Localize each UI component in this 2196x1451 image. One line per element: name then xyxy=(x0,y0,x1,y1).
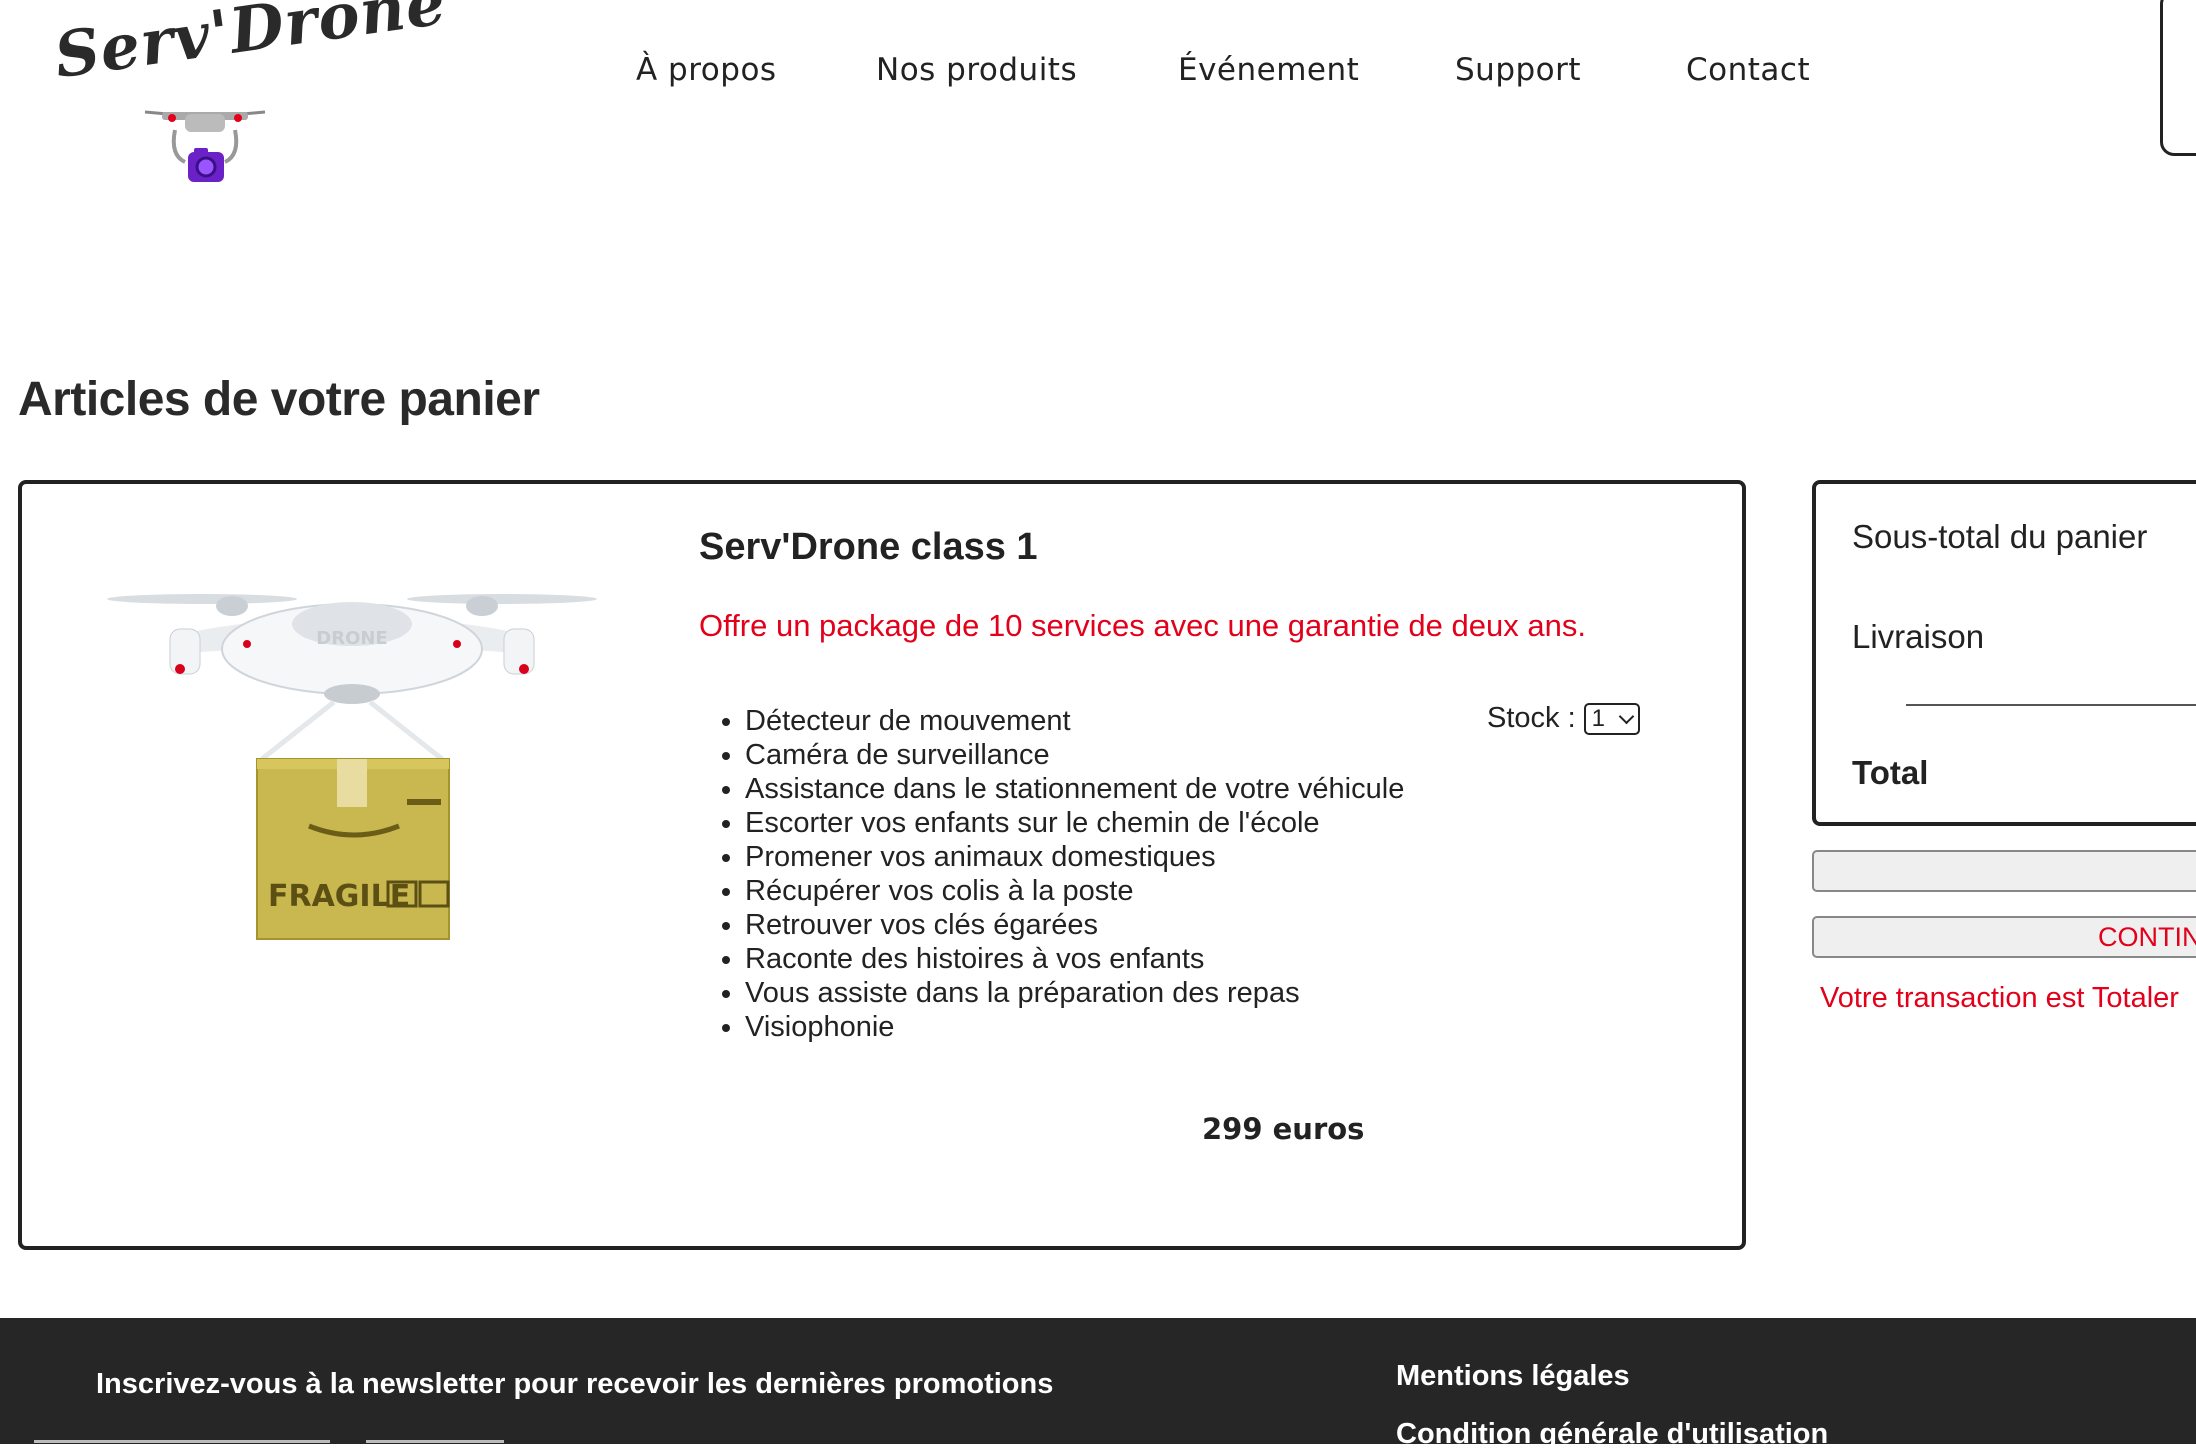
logo[interactable]: Serv'Drone xyxy=(40,0,451,195)
list-item: Retrouver vos clés égarées xyxy=(745,908,1404,942)
quantity-value: 1 xyxy=(1591,704,1606,732)
total-label: Total xyxy=(1852,754,1929,791)
footer: Inscrivez-vous à la newsletter pour rece… xyxy=(0,1318,2196,1450)
logo-text: Serv'Drone xyxy=(50,0,451,93)
cart-item-card: DRONE FRAGILE Serv'Drone class 1 Offre u… xyxy=(18,480,1746,1250)
chevron-down-icon xyxy=(1618,708,1634,724)
cart-summary: Sous-total du panier Livraison Total xyxy=(1812,480,2196,826)
nav-item-a-propos[interactable]: À propos xyxy=(636,52,777,88)
newsletter-email-input[interactable] xyxy=(34,1440,330,1443)
list-item: Escorter vos enfants sur le chemin de l'… xyxy=(745,806,1404,840)
newsletter-submit-button[interactable] xyxy=(366,1440,504,1443)
stock-label: Stock : xyxy=(1487,702,1576,734)
logo-drone-icon xyxy=(144,110,266,182)
list-item: Visiophonie xyxy=(745,1010,1404,1044)
footer-link-cgu[interactable]: Condition générale d'utilisation xyxy=(1396,1418,1828,1451)
page-title: Articles de votre panier xyxy=(18,373,540,426)
nav-item-nos-produits[interactable]: Nos produits xyxy=(876,52,1077,88)
secure-transaction-message: Votre transaction est Totaler xyxy=(1820,982,2179,1014)
list-item: Récupérer vos colis à la poste xyxy=(745,874,1404,908)
feature-list: Détecteur de mouvement Caméra de surveil… xyxy=(699,704,1404,1044)
list-item: Vous assiste dans la préparation des rep… xyxy=(745,976,1404,1010)
product-offer: Offre un package de 10 services avec une… xyxy=(699,608,1586,643)
list-item: Promener vos animaux domestiques xyxy=(745,840,1404,874)
newsletter-text: Inscrivez-vous à la newsletter pour rece… xyxy=(96,1368,1054,1400)
stock-control: Stock : 1 xyxy=(1487,702,1640,735)
product-image: DRONE FRAGILE xyxy=(107,594,597,940)
drone-body-label: DRONE xyxy=(316,628,387,649)
list-item: Raconte des histoires à vos enfants xyxy=(745,942,1404,976)
list-item: Détecteur de mouvement xyxy=(745,704,1404,738)
footer-link-mentions-legales[interactable]: Mentions légales xyxy=(1396,1360,1630,1393)
subtotal-label: Sous-total du panier xyxy=(1852,518,2148,555)
cart-button[interactable] xyxy=(2160,0,2196,156)
product-price: 299 euros xyxy=(1202,1112,1365,1146)
shipping-label: Livraison xyxy=(1852,618,1985,655)
list-item: Caméra de surveillance xyxy=(745,738,1404,772)
nav-item-evenement[interactable]: Événement xyxy=(1178,52,1359,88)
nav-item-contact[interactable]: Contact xyxy=(1686,52,1810,88)
continue-shopping-button[interactable]: CONTIN xyxy=(1812,916,2196,958)
checkout-button[interactable] xyxy=(1812,850,2196,892)
quantity-select[interactable]: 1 xyxy=(1583,702,1640,735)
list-item: Assistance dans le stationnement de votr… xyxy=(745,772,1404,806)
product-name: Serv'Drone class 1 xyxy=(699,526,1038,568)
divider xyxy=(1906,704,2196,706)
nav-item-support[interactable]: Support xyxy=(1455,52,1581,88)
